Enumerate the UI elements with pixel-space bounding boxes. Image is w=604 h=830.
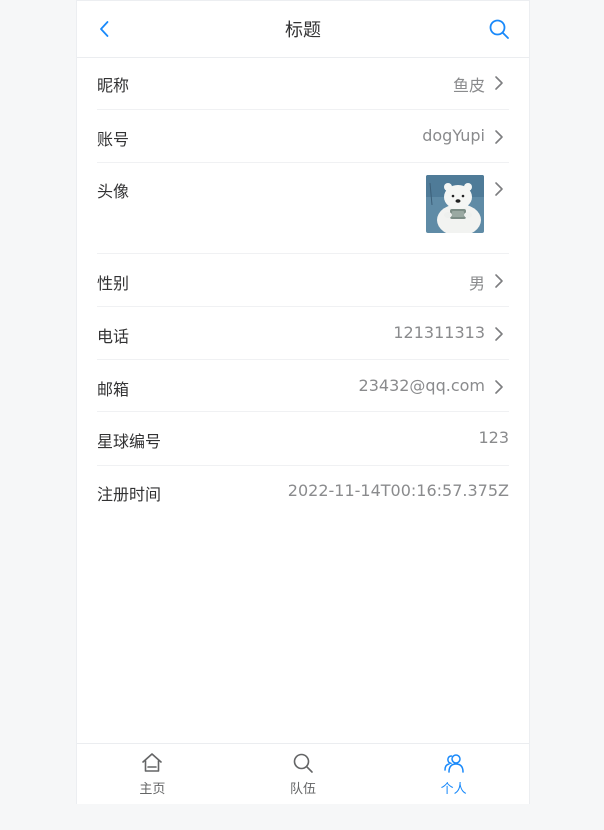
- tab-home-label: 主页: [139, 782, 166, 797]
- cell-phone[interactable]: 电话 121311313: [77, 307, 529, 360]
- chevron-right-icon: [495, 182, 503, 196]
- register-time-value: 2022-11-14T00:16:57.375Z: [287, 481, 509, 500]
- gender-value: 男: [468, 274, 485, 293]
- nav-bar: 标题: [77, 1, 529, 58]
- tab-team-label: 队伍: [290, 782, 317, 797]
- cell-label: 头像: [97, 182, 130, 201]
- search-icon: [293, 753, 313, 773]
- chevron-left-icon: [100, 21, 109, 37]
- tab-bar: 主页 队伍 个人: [77, 743, 529, 804]
- nickname-value: 鱼皮: [452, 76, 485, 95]
- home-icon: [142, 753, 163, 772]
- cell-label: 账号: [97, 130, 130, 149]
- friends-icon: [443, 754, 464, 773]
- email-value: 23432@qq.com: [358, 376, 485, 395]
- account-value: dogYupi: [422, 126, 485, 145]
- cell-label: 邮箱: [97, 380, 130, 399]
- cell-nickname[interactable]: 昵称 鱼皮: [77, 58, 529, 110]
- search-button[interactable]: [487, 17, 511, 41]
- cell-label: 星球编号: [97, 432, 162, 451]
- phone-frame: 标题 昵称 鱼皮 账号 dogYupi 头像 性别 男 电话 121311313…: [76, 0, 530, 804]
- page-title: 标题: [285, 20, 321, 41]
- chevron-right-icon: [495, 130, 503, 144]
- tab-home[interactable]: 主页: [77, 744, 228, 804]
- chevron-right-icon: [495, 76, 503, 90]
- cell-label: 注册时间: [97, 485, 162, 504]
- cell-label: 昵称: [97, 76, 130, 95]
- avatar: [426, 175, 484, 233]
- cell-account[interactable]: 账号 dogYupi: [77, 110, 529, 163]
- cell-email[interactable]: 邮箱 23432@qq.com: [77, 360, 529, 412]
- cell-planet-code: 星球编号 123: [77, 412, 529, 466]
- planet-code-value: 123: [478, 428, 509, 447]
- cell-register-time: 注册时间 2022-11-14T00:16:57.375Z: [77, 466, 529, 518]
- chevron-right-icon: [495, 274, 503, 288]
- cell-gender[interactable]: 性别 男: [77, 254, 529, 307]
- tab-profile[interactable]: 个人: [378, 744, 529, 804]
- cell-label: 性别: [97, 274, 130, 293]
- back-button[interactable]: [93, 17, 117, 41]
- phone-value: 121311313: [393, 323, 485, 342]
- cell-avatar[interactable]: 头像: [77, 163, 529, 254]
- tab-profile-label: 个人: [440, 782, 467, 797]
- cell-label: 电话: [97, 327, 130, 346]
- search-icon: [489, 19, 509, 39]
- tab-team[interactable]: 队伍: [228, 744, 379, 804]
- chevron-right-icon: [495, 380, 503, 394]
- chevron-right-icon: [495, 327, 503, 341]
